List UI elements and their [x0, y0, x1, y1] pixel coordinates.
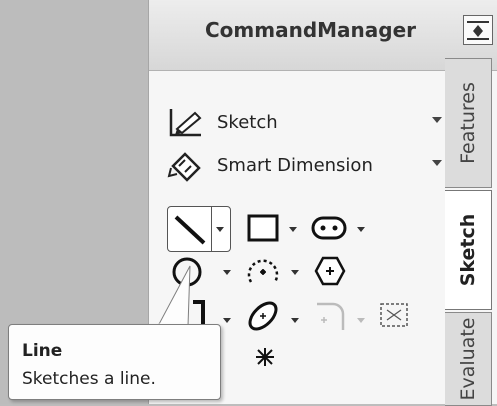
- tab-sketch-label: Sketch: [457, 213, 479, 287]
- tab-features-label: Features: [457, 82, 479, 164]
- chevron-down-icon[interactable]: [289, 227, 297, 232]
- command-manager-tabs: Features Sketch Evaluate: [445, 58, 497, 406]
- arc-icon[interactable]: [243, 252, 283, 292]
- tab-sketch[interactable]: Sketch: [445, 190, 492, 310]
- tooltip: Line Sketches a line.: [8, 324, 221, 400]
- tooltip-description: Sketches a line.: [22, 369, 156, 389]
- tooltip-pointer: [158, 265, 191, 327]
- sketch-menu-label: Sketch: [217, 112, 278, 133]
- smart-dimension-menu-item[interactable]: Smart Dimension: [167, 146, 442, 186]
- command-manager-title: CommandManager: [205, 18, 417, 42]
- chevron-down-icon: [357, 318, 365, 323]
- chevron-down-icon[interactable]: [432, 160, 442, 166]
- chevron-down-icon[interactable]: [291, 270, 299, 275]
- chevron-down-icon[interactable]: [223, 270, 231, 275]
- chevron-down-icon[interactable]: [357, 227, 365, 232]
- line-icon: [174, 215, 206, 245]
- ellipse-icon[interactable]: [243, 298, 283, 334]
- pin-icon[interactable]: [463, 15, 493, 45]
- polygon-icon[interactable]: [313, 254, 347, 288]
- sketch-icon: [169, 109, 202, 137]
- tooltip-title: Line: [22, 341, 63, 361]
- point-icon[interactable]: [253, 345, 277, 369]
- tab-evaluate[interactable]: Evaluate: [445, 312, 492, 406]
- rectangle-icon[interactable]: [245, 212, 281, 244]
- fillet-icon[interactable]: [313, 300, 349, 332]
- line-button[interactable]: [167, 206, 231, 252]
- chevron-down-icon[interactable]: [216, 227, 224, 232]
- sketch-menu-item[interactable]: Sketch: [167, 103, 442, 143]
- chevron-down-icon[interactable]: [432, 117, 442, 123]
- tab-evaluate-label: Evaluate: [457, 317, 479, 401]
- chevron-down-icon[interactable]: [291, 318, 299, 323]
- smart-dimension-icon: [167, 152, 201, 182]
- tab-features[interactable]: Features: [445, 58, 492, 188]
- slot-icon[interactable]: [309, 212, 349, 244]
- text-icon[interactable]: [377, 300, 411, 330]
- smart-dimension-label: Smart Dimension: [217, 155, 373, 176]
- chevron-down-icon[interactable]: [223, 318, 231, 323]
